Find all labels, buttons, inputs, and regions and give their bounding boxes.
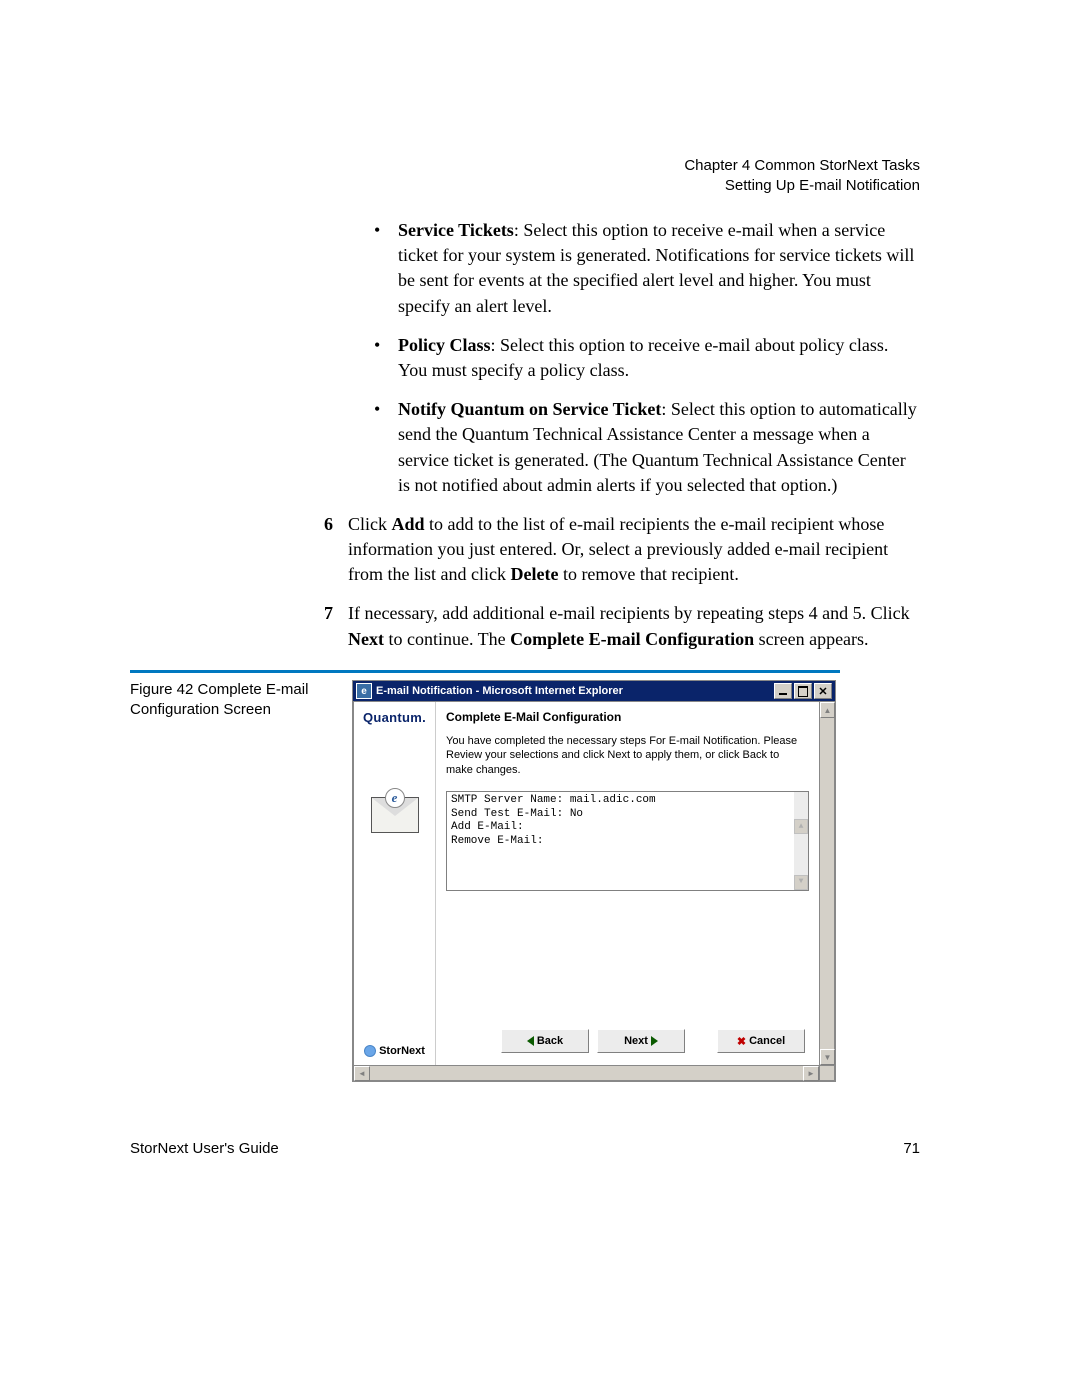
step-text: Click (348, 514, 392, 534)
stornext-logo: StorNext (354, 1045, 435, 1057)
next-label: Next (624, 1035, 648, 1047)
bullet-list: Service Tickets: Select this option to r… (370, 218, 920, 498)
step-bold: Next (348, 629, 384, 649)
window-frame: e E-mail Notification - Microsoft Intern… (352, 680, 836, 1082)
step-number: 7 (324, 601, 333, 626)
window-controls: ✕ (774, 683, 832, 699)
window-client-area: Quantum. e StorNext Complete E-Mail Conf… (353, 701, 820, 1066)
wizard-buttons: Back Next ✖ Cancel (501, 1029, 805, 1053)
bullet-label: Notify Quantum on Service Ticket (398, 399, 661, 419)
step-6: 6 Click Add to add to the list of e-mail… (328, 512, 920, 588)
wizard-main-pane: Complete E-Mail Configuration You have c… (436, 702, 819, 1065)
scroll-up-icon[interactable]: ▲ (820, 702, 835, 718)
window-title: E-mail Notification - Microsoft Internet… (376, 685, 774, 697)
scroll-up-icon[interactable]: ▲ (794, 819, 808, 834)
pane-description: You have completed the necessary steps F… (446, 734, 809, 777)
back-label: Back (537, 1035, 563, 1047)
maximize-button[interactable] (794, 683, 812, 699)
title-bar[interactable]: e E-mail Notification - Microsoft Intern… (353, 681, 835, 701)
bullet-service-tickets: Service Tickets: Select this option to r… (370, 218, 920, 319)
cancel-label: Cancel (749, 1035, 785, 1047)
stornext-dot-icon (364, 1045, 376, 1057)
envelope-icon: e (371, 797, 419, 833)
stornext-text: StorNext (379, 1045, 425, 1057)
section-title: Setting Up E-mail Notification (684, 176, 920, 196)
step-bold: Add (392, 514, 425, 534)
cancel-button[interactable]: ✖ Cancel (717, 1029, 805, 1053)
next-button[interactable]: Next (597, 1029, 685, 1053)
triangle-right-icon (651, 1036, 658, 1046)
triangle-left-icon (527, 1036, 534, 1046)
bullet-notify-quantum: Notify Quantum on Service Ticket: Select… (370, 397, 920, 498)
close-button[interactable]: ✕ (814, 683, 832, 699)
bullet-label: Service Tickets (398, 220, 514, 240)
step-text: screen appears. (754, 629, 868, 649)
minimize-button[interactable] (774, 683, 792, 699)
step-text: If necessary, add additional e-mail reci… (348, 603, 910, 623)
summary-text: SMTP Server Name: mail.adic.com Send Tes… (451, 794, 656, 847)
page-header: Chapter 4 Common StorNext Tasks Setting … (684, 156, 920, 197)
textarea-scrollbar[interactable]: ▲ ▼ (794, 792, 808, 890)
x-icon: ✖ (737, 1035, 746, 1048)
document-page: Chapter 4 Common StorNext Tasks Setting … (0, 0, 1080, 1397)
scroll-down-icon[interactable]: ▼ (820, 1049, 835, 1065)
vertical-scrollbar[interactable]: ▲ ▼ (820, 701, 835, 1066)
footer-guide-title: StorNext User's Guide (130, 1140, 279, 1157)
scroll-left-icon[interactable]: ◄ (354, 1066, 370, 1081)
figure-rule (130, 670, 840, 673)
figure-caption: Figure 42 Complete E-mail Configuration … (130, 680, 330, 721)
summary-textarea[interactable]: SMTP Server Name: mail.adic.com Send Tes… (446, 791, 809, 891)
scroll-down-icon[interactable]: ▼ (794, 875, 808, 890)
wizard-sidebar: Quantum. e StorNext (354, 702, 436, 1065)
envelope-e-badge: e (385, 788, 405, 808)
scroll-corner (820, 1066, 835, 1081)
scroll-right-icon[interactable]: ► (803, 1066, 819, 1081)
step-bold: Delete (510, 564, 558, 584)
back-button[interactable]: Back (501, 1029, 589, 1053)
quantum-logo: Quantum. (354, 710, 435, 725)
step-number: 6 (324, 512, 333, 537)
page-number: 71 (903, 1140, 920, 1157)
step-text: to remove that recipient. (558, 564, 738, 584)
step-bold: Complete E-mail Configuration (510, 629, 754, 649)
chapter-title: Chapter 4 Common StorNext Tasks (684, 156, 920, 176)
step-7: 7 If necessary, add additional e-mail re… (328, 601, 920, 651)
bullet-policy-class: Policy Class: Select this option to rece… (370, 333, 920, 383)
horizontal-scrollbar[interactable]: ◄ ► (353, 1066, 820, 1081)
pane-title: Complete E-Mail Configuration (446, 710, 809, 724)
body-column: Service Tickets: Select this option to r… (352, 218, 920, 666)
step-text: to continue. The (384, 629, 510, 649)
bullet-label: Policy Class (398, 335, 491, 355)
ie-icon: e (356, 683, 372, 699)
